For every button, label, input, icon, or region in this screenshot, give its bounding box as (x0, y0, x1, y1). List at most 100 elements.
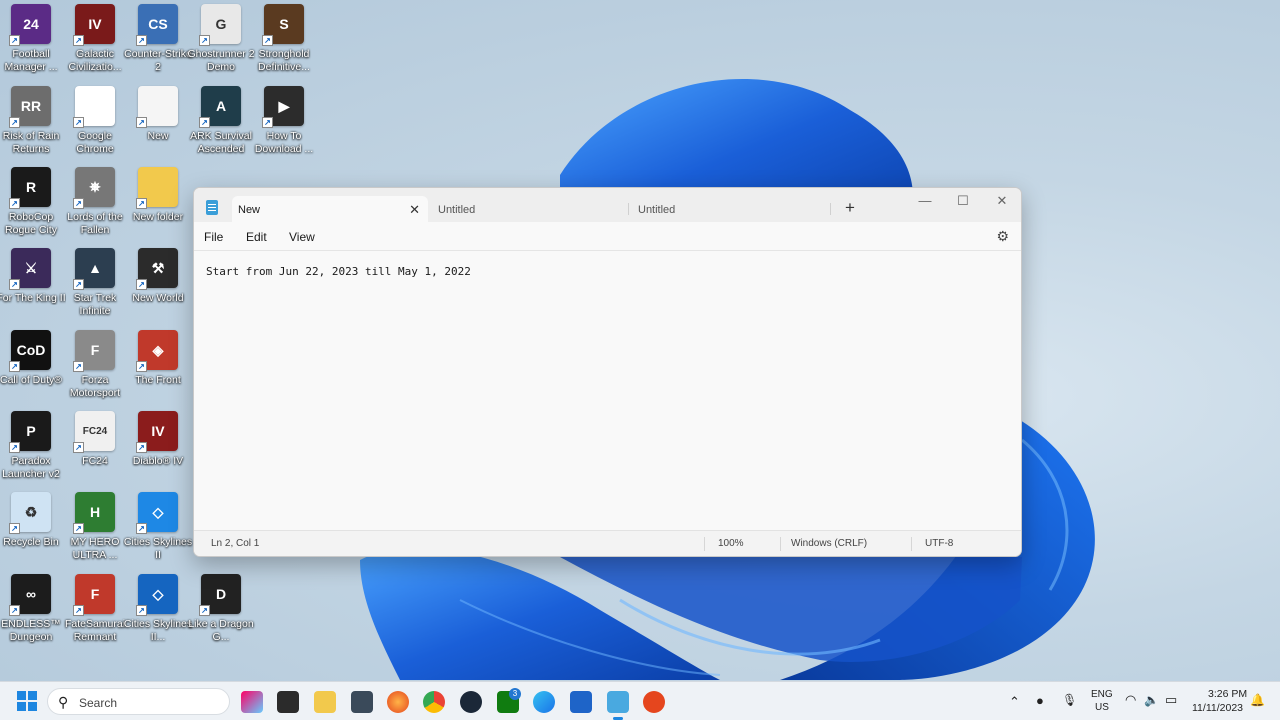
shortcut-arrow-icon: ↗ (73, 361, 84, 372)
desktop-icon-label: For The King II (0, 292, 66, 304)
close-button[interactable]: ✕ (987, 193, 1017, 209)
notification-bell-icon[interactable]: 🔔 (1250, 693, 1265, 707)
desktop-icon[interactable]: H ↗ MY HERO ULTRA ... (62, 492, 128, 570)
desktop-icon-label: Risk of Rain Returns (2, 130, 60, 155)
desktop-icon[interactable]: F ↗ Forza Motorsport (62, 330, 128, 408)
task-view-icon[interactable] (277, 691, 299, 713)
notepad-taskbar-icon[interactable] (607, 691, 629, 713)
microphone-icon[interactable]: 🎙 (1062, 693, 1077, 707)
desktop-icon-label: The Front (135, 374, 181, 386)
firefox-icon[interactable] (387, 691, 409, 713)
app-icon: ◈ ↗ (136, 330, 178, 372)
status-divider (704, 537, 705, 551)
desktop-icon[interactable]: S ↗ Stronghold Definitive... (251, 4, 317, 82)
desktop-icon-label: Call of Duty® (0, 374, 62, 386)
clock-date[interactable]: 11/11/2023 (1192, 702, 1243, 714)
tab-untitled-2[interactable]: Untitled (632, 196, 828, 222)
desktop-icon[interactable]: R ↗ RoboCop Rogue City (0, 167, 64, 245)
language-line1[interactable]: ENG (1091, 689, 1113, 700)
menu-edit[interactable]: Edit (246, 230, 267, 244)
desktop-icon[interactable]: 24 ↗ Football Manager ... (0, 4, 64, 82)
notepad-window[interactable]: New ✕ Untitled Untitled + — ☐ ✕ File Edi… (193, 187, 1022, 557)
desktop-icon[interactable]: IV ↗ Galactic Civilizatio... (62, 4, 128, 82)
desktop-icon[interactable]: ↗ New (125, 86, 191, 164)
desktop-icon[interactable]: ↗ New folder (125, 167, 191, 245)
desktop-icon[interactable]: F ↗ FateSamurai Remnant (62, 574, 128, 652)
app-icon: RR ↗ (9, 86, 51, 128)
mail-icon[interactable] (351, 691, 373, 713)
desktop-icon[interactable]: ◈ ↗ The Front (125, 330, 191, 408)
desktop-icon[interactable]: ↗ Google Chrome (62, 86, 128, 164)
volume-icon[interactable]: 🔈 (1144, 693, 1159, 707)
tab-close-icon[interactable]: ✕ (409, 202, 420, 218)
steam-icon[interactable] (460, 691, 482, 713)
app-icon: ▶ ↗ (262, 86, 304, 128)
battery-icon[interactable]: ▭ (1165, 692, 1177, 708)
desktop-icon[interactable]: ▲ ↗ Star Trek Infinite (62, 248, 128, 326)
search-icon: ⚲ (58, 694, 69, 710)
shortcut-arrow-icon: ↗ (136, 279, 147, 290)
wifi-icon[interactable]: ◠ (1125, 692, 1136, 708)
text-editor[interactable]: Start from Jun 22, 2023 till May 1, 2022 (194, 250, 1021, 532)
desktop-icon[interactable]: ♻ ↗ Recycle Bin (0, 492, 64, 570)
desktop-icon[interactable]: ◇ ↗ Cities Skylines II (123, 492, 193, 570)
app-icon: ▲ ↗ (73, 248, 115, 290)
desktop-icon[interactable]: D ↗ Like a Dragon G... (188, 574, 254, 652)
desktop-icon[interactable]: ✵ ↗ Lords of the Fallen (62, 167, 128, 245)
desktop-icon-label: Football Manager ... (4, 48, 58, 73)
taskbar-search-box[interactable]: ⚲ Search (47, 688, 230, 715)
ea-app-icon[interactable] (643, 691, 665, 713)
menu-file[interactable]: File (204, 230, 223, 244)
cursor-position: Ln 2, Col 1 (211, 538, 260, 549)
menu-view[interactable]: View (289, 230, 315, 244)
desktop-icon[interactable]: FC24 ↗ FC24 (62, 411, 128, 489)
tab-untitled-1[interactable]: Untitled (432, 196, 628, 222)
shortcut-arrow-icon: ↗ (199, 35, 210, 46)
desktop-icon[interactable]: G ↗ Ghostrunner 2 Demo (187, 4, 255, 82)
start-button[interactable] (17, 691, 37, 711)
shortcut-arrow-icon: ↗ (73, 605, 84, 616)
desktop-icon[interactable]: RR ↗ Risk of Rain Returns (0, 86, 64, 164)
title-bar[interactable]: New ✕ Untitled Untitled + — ☐ ✕ (194, 188, 1021, 222)
app-icon: CS ↗ (136, 4, 178, 46)
app-icon: ↗ (136, 86, 178, 128)
copilot-icon[interactable] (241, 691, 263, 713)
desktop-icon[interactable]: ◇ ↗ Cities Skylines II... (123, 574, 193, 652)
app-icon: G ↗ (199, 4, 241, 46)
windows-logo-icon (17, 691, 26, 700)
chrome-icon[interactable] (423, 691, 445, 713)
tab-new[interactable]: New ✕ (232, 196, 428, 222)
desktop-icon[interactable]: ⚒ ↗ New World (125, 248, 191, 326)
app-icon: ✵ ↗ (73, 167, 115, 209)
desktop-icon-label: Cities Skylines II (123, 536, 193, 561)
desktop-icon[interactable]: IV ↗ Diablo® IV (125, 411, 191, 489)
desktop-icon[interactable]: ⚔ ↗ For The King II (0, 248, 66, 326)
tray-overflow-chevron-icon[interactable]: ⌃ (1009, 694, 1020, 710)
xbox-badge: 3 (509, 688, 521, 700)
maximize-button[interactable]: ☐ (948, 193, 978, 209)
shortcut-arrow-icon: ↗ (262, 117, 273, 128)
shortcut-arrow-icon: ↗ (136, 361, 147, 372)
zoom-level: 100% (718, 538, 744, 549)
desktop-icon[interactable]: ∞ ↗ ENDLESS™ Dungeon (0, 574, 64, 652)
settings-gear-icon[interactable]: ⚙ (996, 228, 1009, 245)
minimize-button[interactable]: — (910, 193, 940, 208)
clock-time[interactable]: 3:26 PM (1208, 688, 1247, 700)
desktop-icon[interactable]: ▶ ↗ How To Download ... (251, 86, 317, 164)
file-explorer-icon[interactable] (314, 691, 336, 713)
desktop-icon[interactable]: A ↗ ARK Survival Ascended (188, 86, 254, 164)
desktop-icon[interactable]: CoD ↗ Call of Duty® (0, 330, 64, 408)
app-icon: D ↗ (199, 574, 241, 616)
store-icon[interactable] (570, 691, 592, 713)
steam-tray-icon[interactable]: ● (1036, 693, 1044, 708)
search-placeholder: Search (79, 696, 118, 710)
shortcut-arrow-icon: ↗ (73, 198, 84, 209)
tab-label: Untitled (638, 204, 676, 216)
language-line2[interactable]: US (1095, 702, 1109, 713)
new-tab-button[interactable]: + (845, 198, 855, 218)
desktop-icon[interactable]: CS ↗ Counter-Strike 2 (124, 4, 192, 82)
desktop-icon-label: Cities Skylines II... (123, 618, 193, 643)
app-icon: IV ↗ (73, 4, 115, 46)
desktop-icon[interactable]: P ↗ Paradox Launcher v2 (0, 411, 64, 489)
edge-icon[interactable] (533, 691, 555, 713)
